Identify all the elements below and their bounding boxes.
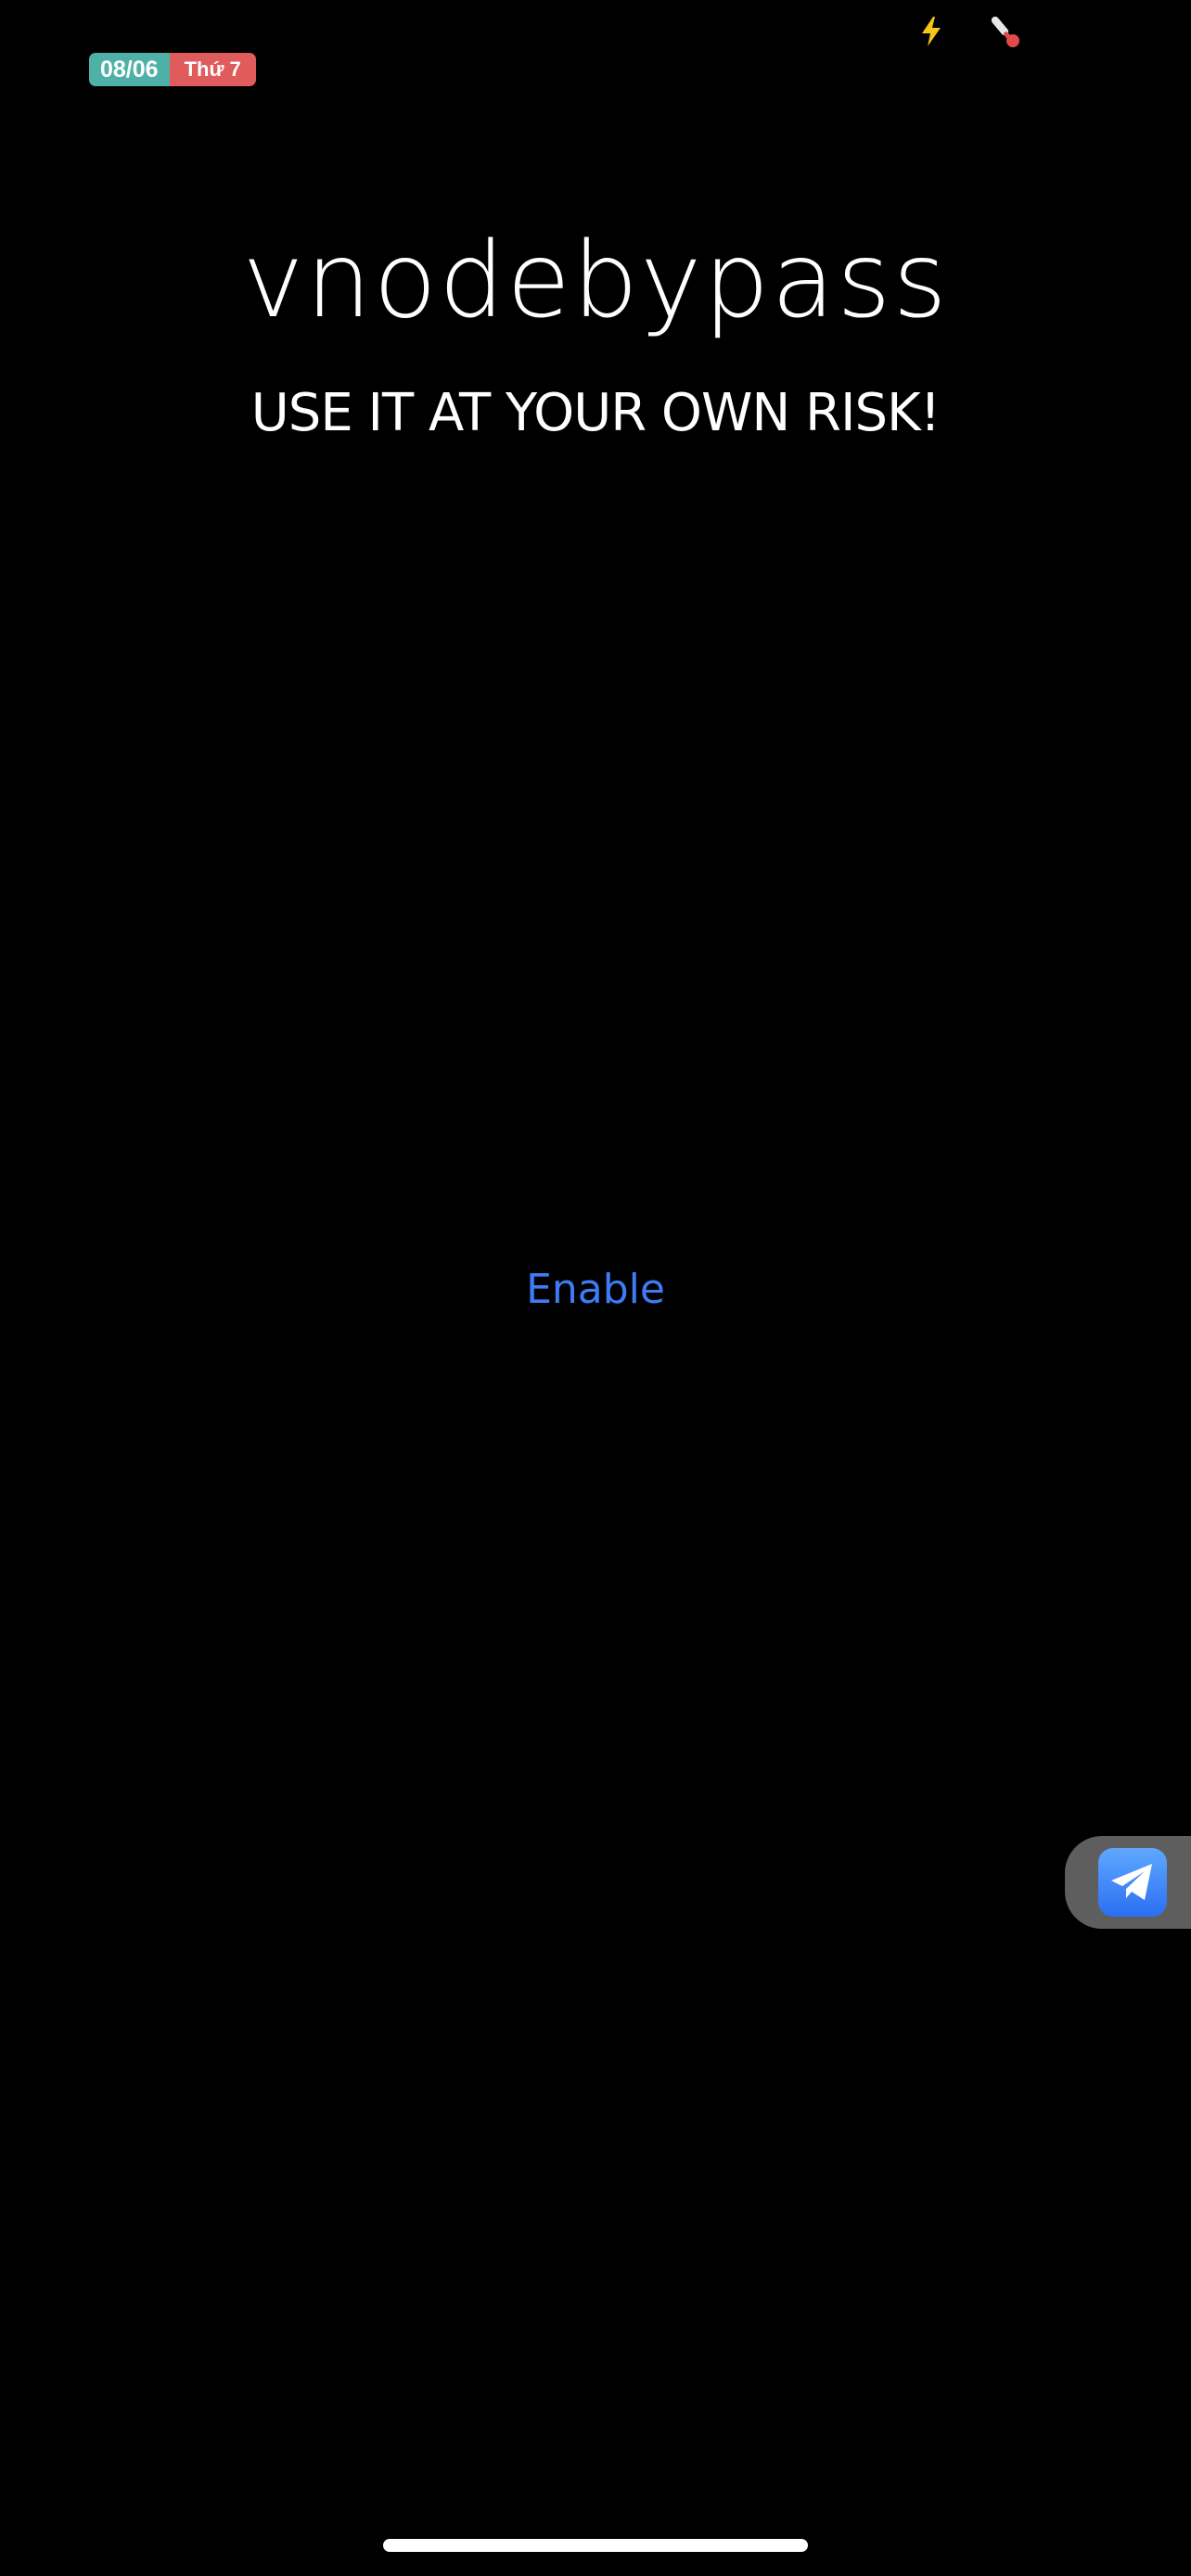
- app-title: vnodebypass: [242, 221, 949, 341]
- enable-button[interactable]: Enable: [503, 1256, 688, 1323]
- telegram-floating-button[interactable]: [1065, 1836, 1191, 1929]
- home-indicator[interactable]: [383, 2539, 808, 2552]
- bolt-icon: [913, 13, 950, 50]
- status-bar: 08/06 Thứ 7: [0, 0, 1191, 102]
- telegram-icon[interactable]: [1098, 1848, 1167, 1917]
- date-badge: 08/06 Thứ 7: [89, 53, 256, 86]
- weekday-label: Thứ 7: [169, 53, 256, 86]
- date-label: 08/06: [89, 53, 170, 86]
- risk-warning: USE IT AT YOUR OWN RISK!: [250, 383, 941, 443]
- thermometer-icon: [987, 13, 1024, 50]
